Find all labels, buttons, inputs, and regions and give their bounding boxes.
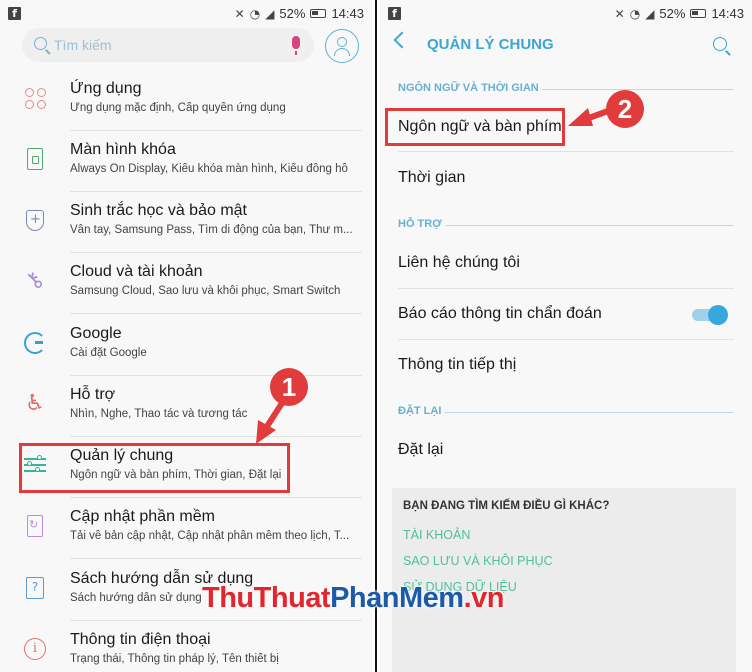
- watermark-part-2: PhanMem: [330, 582, 464, 614]
- arrow-to-general-management: [256, 397, 287, 444]
- panel-divider: [372, 0, 380, 672]
- watermark-part-1: ThuThuat: [202, 582, 331, 614]
- general-management-screen: f ✕ ◔ ◢ 52% 14:43 QUẢN LÝ CHUNG NGÔN NGỮ…: [380, 0, 752, 672]
- settings-screen: f ✕ ◔ ◢ 52% 14:43 Tìm kiếm Ứng dụng Ứng …: [0, 0, 372, 672]
- watermark-part-3: .vn: [463, 582, 505, 614]
- watermark: ThuThuatPhanMem.vn: [202, 582, 504, 615]
- arrow-to-language-keyboard: [568, 108, 611, 126]
